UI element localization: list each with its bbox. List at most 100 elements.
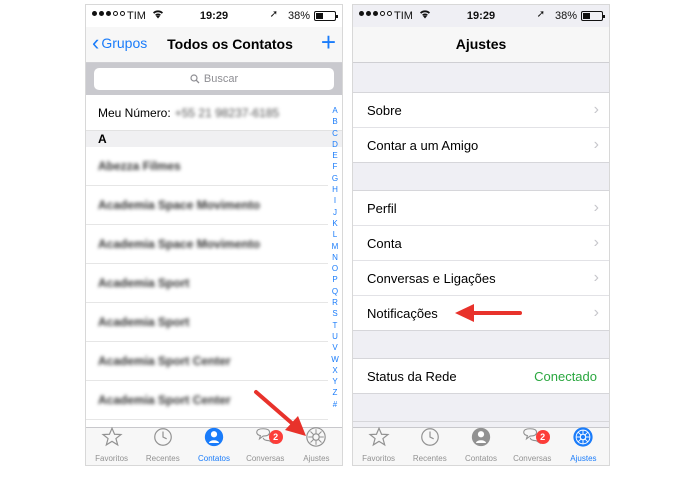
tab-ajustes[interactable]: Ajustes [291, 426, 342, 465]
contact-name: Academia Sport [98, 276, 190, 290]
location-icon: ➚ [269, 9, 278, 20]
back-button-groups[interactable]: ‹ Grupos [92, 32, 147, 54]
contact-row[interactable]: Academia Sport [86, 264, 328, 303]
status-bar: TIM 19:29 ➚ 38% [353, 5, 609, 27]
tab-label: Favoritos [95, 454, 129, 463]
tab-contatos[interactable]: Contatos [188, 426, 239, 465]
search-icon [190, 74, 200, 84]
tab-favoritos[interactable]: Favoritos [86, 426, 137, 465]
index-letter[interactable]: H [332, 184, 338, 195]
contacts-icon [203, 426, 225, 453]
battery-percent: 38% [287, 10, 310, 22]
network-status-label: Status da Rede [367, 368, 457, 384]
search-bar: Buscar [86, 63, 342, 95]
tab-ajustes[interactable]: Ajustes [558, 426, 609, 465]
settings-row-label: Sobre [367, 102, 402, 118]
index-letter[interactable]: T [333, 320, 338, 331]
contact-name: Academia Sport Center [98, 354, 231, 368]
alphabet-index[interactable]: A B C D E F G H I J K L M N O P Q R S T U V W X Y Z # [330, 105, 340, 410]
clock-icon [419, 426, 441, 453]
tab-bar: Favoritos Recentes Contatos Conversas 2 Ajust… [353, 426, 609, 465]
index-letter[interactable]: M [332, 241, 339, 252]
index-letter[interactable]: Z [333, 387, 338, 398]
gear-icon [572, 426, 594, 453]
section-spacer [353, 331, 609, 359]
my-number-label: Meu Número: [98, 105, 171, 120]
gear-icon [305, 426, 327, 453]
contact-row[interactable]: Abezza Filmes [86, 147, 328, 186]
contacts-list: Meu Número: +55 21 98237-6185 A Abezza F… [86, 95, 342, 420]
page-title: Todos os Contatos [167, 36, 293, 52]
index-letter[interactable]: N [332, 252, 338, 263]
settings-row[interactable]: Sobre › [353, 93, 609, 128]
my-number-row: Meu Número: +55 21 98237-6185 [86, 95, 342, 131]
clock-icon [152, 426, 174, 453]
section-spacer [353, 163, 609, 191]
tab-contatos[interactable]: Contatos [455, 427, 506, 465]
index-letter[interactable]: A [332, 105, 337, 116]
tab-label: Ajustes [303, 454, 330, 463]
index-letter[interactable]: P [332, 274, 337, 285]
network-status-value: Conectado [534, 368, 597, 384]
search-placeholder: Buscar [203, 73, 239, 85]
index-letter[interactable]: Y [332, 376, 337, 387]
index-letter[interactable]: J [333, 207, 337, 218]
index-letter[interactable]: S [332, 308, 337, 319]
tab-bar: Favoritos Recentes Contatos Conversas 2 Ajust… [86, 426, 342, 465]
index-letter[interactable]: W [331, 354, 339, 365]
settings-row-label: Conversas e Ligações [367, 270, 496, 286]
navigation-bar: ‹ Grupos Todos os Contatos + [86, 27, 342, 63]
chevron-right-icon: › [593, 269, 599, 286]
index-letter[interactable]: G [332, 173, 338, 184]
index-letter[interactable]: U [332, 331, 338, 342]
index-letter[interactable]: B [332, 116, 337, 127]
add-contact-button[interactable]: + [321, 28, 336, 56]
battery-icon [581, 11, 605, 21]
search-input[interactable]: Buscar [94, 68, 334, 90]
settings-row[interactable]: Conta › [353, 226, 609, 261]
index-letter[interactable]: V [332, 342, 337, 353]
tab-label: Favoritos [362, 454, 396, 463]
unread-badge: 2 [535, 430, 550, 444]
settings-list: Sobre › Contar a um Amigo › Perfil › Conta › Con… [353, 63, 609, 422]
index-letter[interactable]: K [332, 218, 337, 229]
index-letter[interactable]: D [332, 139, 338, 150]
settings-row[interactable]: Conversas e Ligações › [353, 261, 609, 296]
contacts-screen: TIM 19:29 ➚ 38% ‹ Grupos Todos os Contat… [85, 4, 343, 466]
chevron-right-icon: › [593, 234, 599, 251]
settings-row-label: Contar a um Amigo [367, 137, 479, 153]
contact-row[interactable]: Academia Space Movimento [86, 186, 328, 225]
index-letter[interactable]: # [333, 399, 337, 410]
index-letter[interactable]: C [332, 128, 338, 139]
contact-row[interactable]: Academia Sport Center [86, 342, 328, 381]
tab-label: Conversas [513, 454, 552, 463]
index-letter[interactable]: X [332, 365, 337, 376]
index-letter[interactable]: I [334, 195, 336, 206]
settings-row-label: Perfil [367, 200, 397, 216]
index-letter[interactable]: R [332, 297, 338, 308]
index-letter[interactable]: Q [332, 286, 338, 297]
index-letter[interactable]: O [332, 263, 338, 274]
settings-row[interactable]: Contar a um Amigo › [353, 128, 609, 163]
contact-row[interactable]: Academia Sport [86, 303, 328, 342]
tab-conversas[interactable]: Conversas 2 [507, 428, 558, 465]
navigation-bar: Ajustes [353, 27, 609, 63]
index-letter[interactable]: F [333, 161, 338, 172]
contact-row[interactable]: Academia Sport Center [86, 381, 328, 420]
contact-name: Abezza Filmes [98, 159, 181, 173]
chevron-right-icon: › [593, 199, 599, 216]
index-letter[interactable]: E [332, 150, 337, 161]
settings-row-label: Notificações [367, 305, 438, 321]
tab-recentes[interactable]: Recentes [137, 428, 188, 465]
tab-recentes[interactable]: Recentes [404, 428, 455, 465]
index-letter[interactable]: L [333, 229, 337, 240]
settings-row[interactable]: Notificações › [353, 296, 609, 331]
tab-conversas[interactable]: Conversas 2 [240, 428, 291, 465]
contact-row[interactable]: Academia Space Movimento [86, 225, 328, 264]
settings-row[interactable]: Perfil › [353, 191, 609, 226]
tab-label: Ajustes [570, 454, 597, 463]
tab-label: Recentes [412, 454, 447, 463]
section-spacer [353, 63, 609, 93]
tab-label: Contatos [464, 454, 498, 463]
tab-favoritos[interactable]: Favoritos [353, 426, 404, 465]
